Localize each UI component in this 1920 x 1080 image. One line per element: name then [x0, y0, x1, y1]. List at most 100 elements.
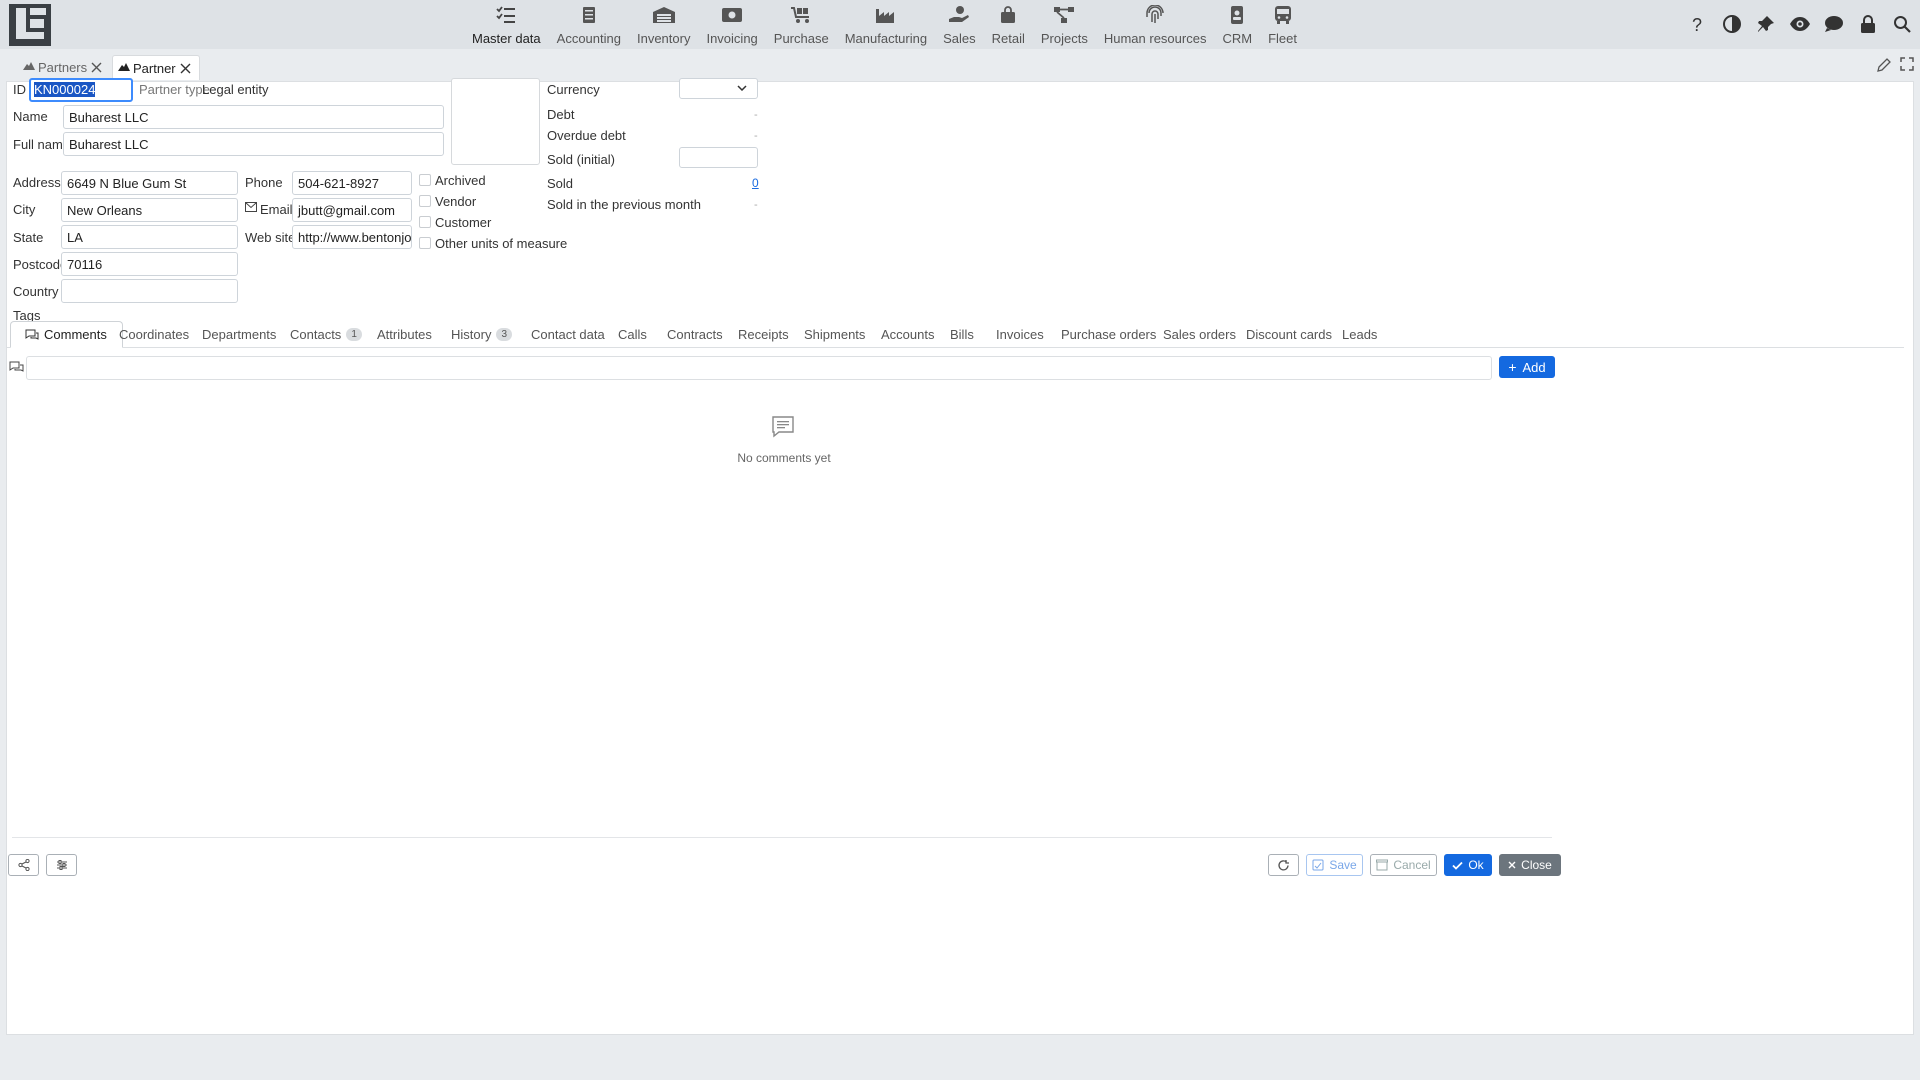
module-fleet[interactable]: Fleet [1260, 0, 1305, 49]
currency-select[interactable] [679, 78, 758, 99]
close-icon[interactable] [180, 63, 191, 74]
empty-comments-text: No comments yet [737, 451, 831, 465]
tab-contacts[interactable]: Contacts 1 [290, 321, 362, 348]
archived-checkbox[interactable] [419, 174, 431, 186]
module-inventory[interactable]: Inventory [629, 0, 698, 49]
help-icon[interactable]: ? [1686, 12, 1710, 36]
id-field[interactable]: KN000024 [29, 78, 133, 102]
vendor-checkbox[interactable] [419, 195, 431, 207]
partner-form-panel [6, 81, 1914, 1035]
close-button[interactable]: Close [1499, 854, 1561, 876]
tab-contracts[interactable]: Contracts [667, 321, 723, 348]
count-badge: 3 [496, 328, 513, 341]
module-purchase[interactable]: Purchase [766, 0, 837, 49]
tab-label: Contracts [667, 327, 723, 342]
tab-history[interactable]: History 3 [451, 321, 513, 348]
email-field[interactable]: jbutt@gmail.com [292, 198, 412, 222]
tab-label: Accounts [881, 327, 935, 342]
document-tabs: Partners Partner [0, 52, 1920, 80]
tab-leads[interactable]: Leads [1342, 321, 1377, 348]
module-human-resources[interactable]: Human resources [1096, 0, 1215, 49]
ok-button[interactable]: Ok [1444, 854, 1492, 876]
address-field[interactable]: 6649 N Blue Gum St [61, 171, 238, 195]
module-retail[interactable]: Retail [984, 0, 1033, 49]
phone-field[interactable]: 504-621-8927 [292, 171, 412, 195]
tab-departments[interactable]: Departments [202, 321, 276, 348]
module-sales[interactable]: Sales [935, 0, 984, 49]
close-icon[interactable] [91, 62, 102, 73]
module-manufacturing[interactable]: Manufacturing [837, 0, 935, 49]
name-field[interactable]: Buharest LLC [63, 105, 444, 129]
envelope-icon[interactable] [245, 202, 257, 212]
module-projects[interactable]: Projects [1033, 0, 1096, 49]
tab-accounts[interactable]: Accounts [881, 321, 934, 348]
sold-initial-field[interactable] [679, 147, 758, 168]
module-label: Fleet [1268, 31, 1297, 46]
module-accounting[interactable]: Accounting [549, 0, 629, 49]
module-label: Retail [991, 31, 1025, 46]
sold-value-link[interactable]: 0 [752, 176, 759, 190]
customer-checkbox[interactable] [419, 216, 431, 228]
postcode-field[interactable]: 70116 [61, 252, 238, 276]
module-label: Accounting [556, 31, 621, 46]
state-label: State [13, 230, 44, 245]
chevron-down-icon [737, 85, 747, 91]
tab-coordinates[interactable]: Coordinates [119, 321, 189, 348]
tab-invoices[interactable]: Invoices [996, 321, 1044, 348]
city-field[interactable]: New Orleans [61, 198, 238, 222]
refresh-button[interactable] [1268, 854, 1299, 876]
cancel-button[interactable]: Cancel [1370, 854, 1437, 876]
tab-bills[interactable]: Bills [950, 321, 974, 348]
settings-button[interactable] [46, 854, 77, 876]
tab-receipts[interactable]: Receipts [738, 321, 789, 348]
state-field[interactable]: LA [61, 225, 238, 249]
country-field[interactable] [61, 279, 238, 303]
eye-icon[interactable] [1788, 12, 1812, 36]
bus-icon [1271, 4, 1295, 26]
tab-label: Bills [950, 327, 974, 342]
cart-icon [789, 4, 813, 26]
contrast-icon[interactable] [1720, 12, 1744, 36]
count-badge: 1 [346, 328, 362, 341]
shopping-bag-icon [996, 4, 1020, 26]
tab-partner[interactable]: Partner [112, 55, 200, 80]
id-value: KN000024 [34, 82, 96, 97]
country-label: Country [13, 284, 59, 299]
share-button[interactable] [8, 854, 39, 876]
full-name-field[interactable]: Buharest LLC [63, 132, 444, 156]
module-master-data[interactable]: Master data [464, 0, 549, 49]
module-crm[interactable]: CRM [1214, 0, 1260, 49]
fullscreen-icon[interactable] [1900, 57, 1914, 73]
partner-photo[interactable] [451, 78, 540, 165]
website-field[interactable]: http://www.bentonjohnb [292, 225, 412, 249]
tab-partners[interactable]: Partners [18, 55, 110, 80]
customer-label: Customer [435, 215, 492, 230]
comment-input[interactable] [26, 356, 1492, 380]
module-label: Human resources [1103, 31, 1207, 46]
tab-discount-cards[interactable]: Discount cards [1246, 321, 1332, 348]
tab-comments[interactable]: Comments [10, 321, 123, 348]
save-button[interactable]: Save [1306, 854, 1363, 876]
tab-shipments[interactable]: Shipments [804, 321, 865, 348]
pin-icon[interactable] [1754, 12, 1778, 36]
lock-icon[interactable] [1856, 12, 1880, 36]
svg-text:?: ? [1692, 15, 1702, 33]
search-icon[interactable] [1890, 12, 1914, 36]
sold-label: Sold [547, 176, 574, 191]
module-invoicing[interactable]: Invoicing [698, 0, 765, 49]
app-logo[interactable] [8, 3, 52, 47]
address-label: Address [13, 175, 61, 190]
tab-purchase-orders[interactable]: Purchase orders [1061, 321, 1156, 348]
refresh-icon [1277, 859, 1290, 872]
chat-icon[interactable] [1822, 12, 1846, 36]
tab-sales-orders[interactable]: Sales orders [1163, 321, 1236, 348]
other-units-checkbox[interactable] [419, 237, 431, 249]
partner-type-value[interactable]: Legal entity [202, 82, 269, 97]
tab-calls[interactable]: Calls [618, 321, 647, 348]
pencil-icon[interactable] [1876, 57, 1892, 73]
other-units-label: Other units of measure [435, 236, 568, 251]
tab-label: Comments [44, 327, 107, 342]
tab-attributes[interactable]: Attributes [377, 321, 432, 348]
tab-contact-data[interactable]: Contact data [531, 321, 605, 348]
add-comment-button[interactable]: + Add [1499, 356, 1555, 378]
